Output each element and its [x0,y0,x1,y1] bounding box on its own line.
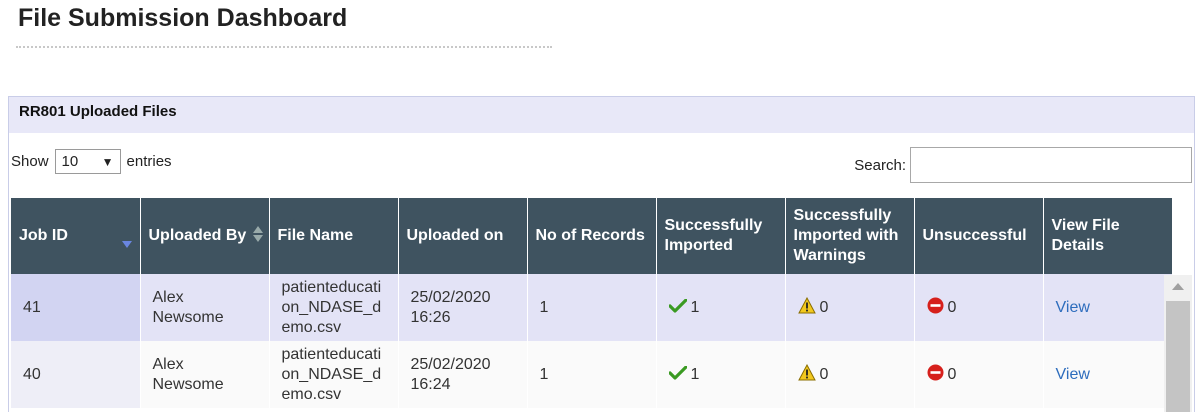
file-name-cell: patienteducation_NDASE_demo.csv [269,341,399,408]
show-label: Show [11,153,49,170]
warning-icon [797,297,816,314]
column-header-job-id[interactable]: Job ID [11,198,141,274]
file-name-cell: patienteducation_NDASE_demo.csv [269,274,399,341]
uploaded-by-cell: Alex Newsome [140,341,270,408]
column-header-imported-with-warnings[interactable]: Successfully Imported with Warnings [785,198,915,274]
records-cell: 1 [527,341,657,408]
dropdown-arrow-icon: ▼ [101,154,114,169]
sort-both-icon [252,226,263,242]
job-id-cell: 40 [11,341,141,408]
unsuccessful-count: 0 [947,299,957,316]
uploaded-files-panel: RR801 Uploaded Files Show 10 ▼ entries S… [8,96,1195,412]
entries-value: 10 [61,153,79,170]
page-title: File Submission Dashboard [18,4,348,32]
unsuccessful-cell: 0 [914,274,1044,341]
warnings-cell: 0 [785,341,915,408]
warnings-count: 0 [819,299,829,316]
search-control: Search: [854,147,1192,183]
imported-count: 1 [690,365,700,383]
search-label: Search: [854,156,906,174]
column-header-uploaded-on[interactable]: Uploaded on [398,198,528,274]
panel-title: RR801 Uploaded Files [9,97,1194,133]
check-icon [668,298,687,313]
check-icon [668,365,687,380]
title-divider [16,46,552,48]
records-cell: 1 [527,274,657,341]
warning-icon [797,364,816,381]
imported-count: 1 [690,298,700,316]
uploaded-on-cell: 25/02/2020 16:24 [398,341,528,408]
table-row: 41 Alex Newsome patienteducation_NDASE_d… [11,274,1173,341]
view-file-details-link[interactable]: View [1056,299,1090,316]
unsuccessful-cell: 0 [914,341,1044,408]
table-header-row: Job ID Uploaded By File Name Uploaded on… [11,198,1173,274]
imported-cell: 1 [656,341,786,408]
warnings-count: 0 [819,366,829,383]
unsuccessful-count: 0 [947,366,957,383]
column-header-view-file-details[interactable]: View File Details [1043,198,1173,274]
warnings-cell: 0 [785,274,915,341]
uploaded-files-table: Job ID Uploaded By File Name Uploaded on… [11,198,1173,408]
column-header-successfully-imported[interactable]: Successfully Imported [656,198,786,274]
scrollbar-thumb[interactable] [1166,301,1190,412]
view-file-details-link[interactable]: View [1056,366,1090,383]
no-entry-icon [927,297,943,314]
job-id-cell: 41 [11,274,141,341]
vertical-scrollbar[interactable] [1164,275,1192,412]
uploaded-by-cell: Alex Newsome [140,274,270,341]
entries-control: Show 10 ▼ entries [11,149,172,174]
uploaded-on-cell: 25/02/2020 16:26 [398,274,528,341]
imported-cell: 1 [656,274,786,341]
entries-label: entries [126,153,172,170]
sort-desc-icon [121,241,132,248]
column-header-unsuccessful[interactable]: Unsuccessful [914,198,1044,274]
entries-select[interactable]: 10 ▼ [54,149,121,174]
column-header-file-name[interactable]: File Name [269,198,399,274]
view-cell: View [1043,274,1173,341]
column-header-no-of-records[interactable]: No of Records [527,198,657,274]
no-entry-icon [927,364,943,381]
scroll-up-arrow-icon[interactable] [1172,283,1184,290]
view-cell: View [1043,341,1173,408]
column-header-uploaded-by[interactable]: Uploaded By [140,198,270,274]
search-input[interactable] [910,147,1192,183]
table-row: 40 Alex Newsome patienteducation_NDASE_d… [11,341,1173,408]
